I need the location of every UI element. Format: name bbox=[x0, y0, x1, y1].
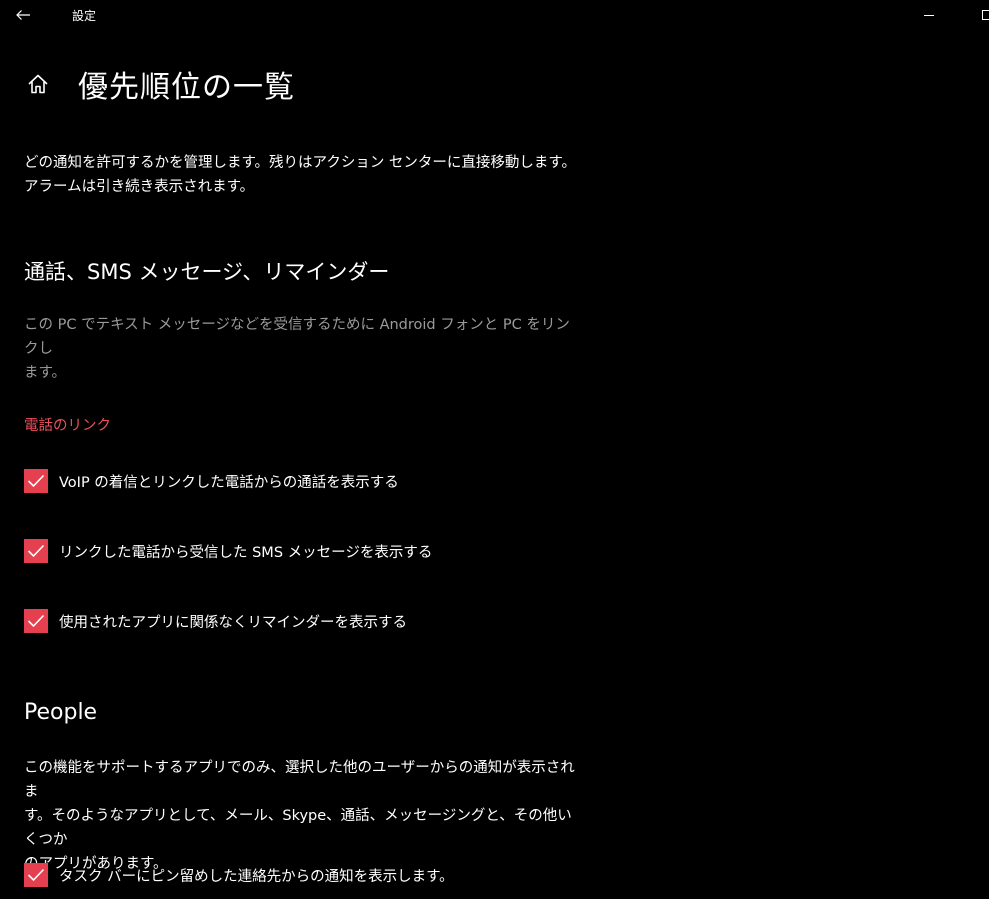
reminders-label: 使用されたアプリに関係なくリマインダーを表示する bbox=[59, 614, 407, 631]
home-icon bbox=[28, 74, 48, 94]
intro-line-1: どの通知を許可するかを管理します。残りはアクション センターに直接移動します。 bbox=[24, 155, 576, 171]
pinned-contacts-checkbox[interactable] bbox=[24, 863, 48, 887]
pinned-contacts-checkbox-row[interactable]: タスク バーにピン留めした連絡先からの通知を表示します。 bbox=[24, 863, 454, 887]
minimize-button[interactable] bbox=[914, 4, 944, 26]
voip-calls-checkbox[interactable] bbox=[24, 469, 48, 493]
intro-text: どの通知を許可するかを管理します。残りはアクション センターに直接移動します。 … bbox=[24, 151, 584, 199]
calls-section-heading: 通話、SMS メッセージ、リマインダー bbox=[24, 260, 390, 284]
people-description-line-2: す。そのようなアプリとして、メール、Skype、通話、メッセージングと、その他い… bbox=[24, 808, 572, 848]
back-arrow-icon bbox=[16, 10, 30, 20]
reminders-checkbox-row[interactable]: 使用されたアプリに関係なくリマインダーを表示する bbox=[24, 609, 407, 633]
home-button[interactable] bbox=[22, 68, 54, 100]
people-section-heading: People bbox=[24, 700, 98, 725]
maximize-icon bbox=[982, 10, 989, 20]
sms-messages-label: リンクした電話から受信した SMS メッセージを表示する bbox=[59, 544, 433, 561]
sms-messages-checkbox[interactable] bbox=[24, 539, 48, 563]
title-bar: 設定 bbox=[0, 0, 989, 32]
calls-section-description: この PC でテキスト メッセージなどを受信するために Android フォンと… bbox=[24, 313, 584, 385]
voip-calls-checkbox-row[interactable]: VoIP の着信とリンクした電話からの通話を表示する bbox=[24, 469, 399, 493]
sms-messages-checkbox-row[interactable]: リンクした電話から受信した SMS メッセージを表示する bbox=[24, 539, 432, 563]
calls-description-line-2: ます。 bbox=[24, 365, 67, 381]
checkmark-icon bbox=[27, 614, 45, 628]
checkmark-icon bbox=[27, 474, 45, 488]
minimize-icon bbox=[924, 15, 934, 16]
calls-description-line-1: この PC でテキスト メッセージなどを受信するために Android フォンと… bbox=[24, 317, 570, 357]
app-title: 設定 bbox=[72, 9, 97, 23]
people-section-description: この機能をサポートするアプリでのみ、選択した他のユーザーからの通知が表示されま … bbox=[24, 756, 584, 876]
intro-line-2: アラームは引き続き表示されます。 bbox=[24, 179, 255, 195]
maximize-button[interactable] bbox=[972, 4, 989, 26]
phone-link-group-label: 電話のリンク bbox=[24, 418, 111, 434]
page-header: 優先順位の一覧 bbox=[22, 62, 295, 106]
back-button[interactable] bbox=[8, 2, 38, 28]
reminders-checkbox[interactable] bbox=[24, 609, 48, 633]
voip-calls-label: VoIP の着信とリンクした電話からの通話を表示する bbox=[59, 474, 399, 491]
page-title: 優先順位の一覧 bbox=[78, 70, 295, 105]
pinned-contacts-label: タスク バーにピン留めした連絡先からの通知を表示します。 bbox=[59, 868, 454, 885]
people-description-line-1: この機能をサポートするアプリでのみ、選択した他のユーザーからの通知が表示されま bbox=[24, 760, 575, 800]
checkmark-icon bbox=[27, 544, 45, 558]
checkmark-icon bbox=[27, 868, 45, 882]
